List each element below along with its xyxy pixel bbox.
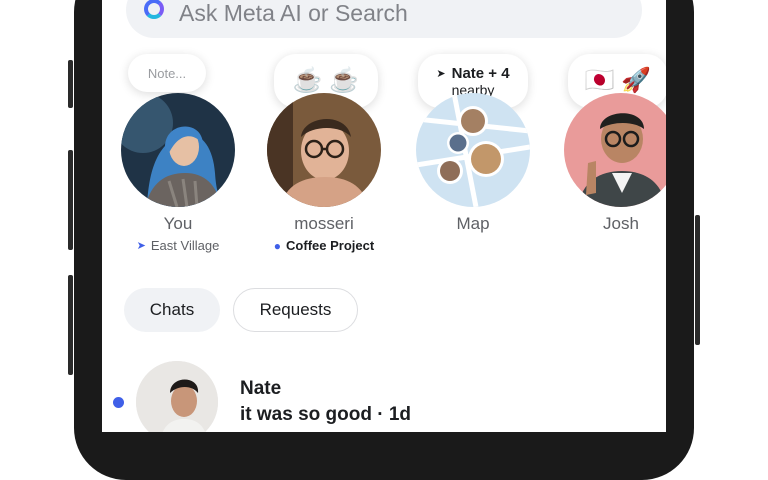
meta-ai-icon [144,0,164,19]
story-name-map: Map [456,214,490,233]
location-pin-icon: ● [273,238,282,253]
chat-name: Nate [240,378,282,399]
story-location-text: Coffee Project [286,238,375,253]
note-emoji: ☕ ☕ [292,67,360,94]
search-bar[interactable]: Ask Meta AI or Search [126,0,642,38]
location-arrow-icon: ➤ [136,240,146,252]
search-placeholder: Ask Meta AI or Search [179,0,408,26]
tab-requests-label: Requests [259,300,332,319]
map-thumbnail[interactable] [416,93,530,207]
phone-side-button [695,215,700,345]
unread-indicator [113,397,124,408]
story-location-mosseri: ● Coffee Project [239,238,409,253]
phone-side-button [68,275,73,375]
avatar-you[interactable] [121,93,235,207]
story-name-you: You [163,214,193,233]
chat-avatar-nate[interactable] [136,361,218,432]
tab-chats[interactable]: Chats [124,288,220,332]
note-bubble-you[interactable]: Note... [128,54,206,92]
tab-requests[interactable]: Requests [233,288,358,332]
story-name-josh: Josh [603,214,639,233]
phone-side-button [68,60,73,108]
note-placeholder: Note... [147,65,187,81]
avatar-mosseri[interactable] [267,93,381,207]
phone-side-button [68,150,73,250]
note-emoji: 🇯🇵 🚀 [584,67,652,94]
tab-chats-label: Chats [149,300,195,319]
chat-preview: it was so good · 1d [240,404,412,425]
map-note-title: Nate + 4 [451,64,510,82]
story-name-mosseri: mosseri [294,214,354,233]
story-location-text: East Village [150,238,220,253]
location-arrow-icon: ➤ [436,67,446,80]
messages-screen: Ask Meta AI or Search Note... You ➤ East… [102,0,666,432]
avatar-josh[interactable] [564,93,666,207]
